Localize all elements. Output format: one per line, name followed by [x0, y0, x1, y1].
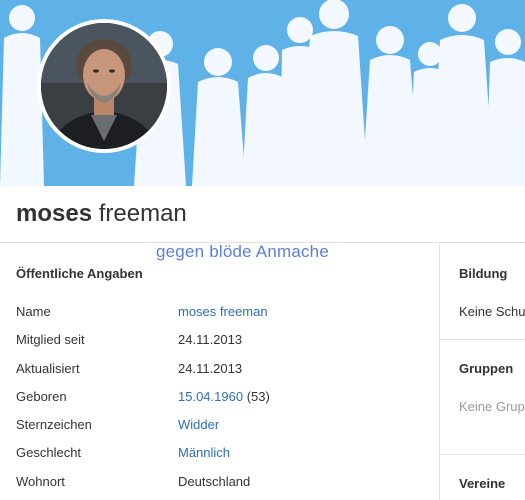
public-info-title: Öffentliche Angaben: [16, 266, 143, 281]
row-value-updated: 24.11.2013: [178, 361, 243, 376]
avatar[interactable]: [37, 19, 171, 153]
groups-title: Gruppen: [459, 361, 514, 376]
row-label-member-since: Mitglied seit: [16, 332, 85, 347]
clubs-title: Vereine: [459, 476, 506, 491]
age-value: (53): [246, 389, 270, 404]
row-value-born: 15.04.1960 (53): [178, 389, 270, 404]
profile-photo: [41, 23, 167, 149]
profile-name: moses freeman: [16, 200, 187, 228]
education-text: Keine Schu: [459, 304, 525, 319]
last-name: freeman: [98, 200, 187, 227]
first-name: moses: [16, 200, 93, 227]
row-value-member-since: 24.11.2013: [178, 332, 243, 347]
row-label-born: Geboren: [16, 389, 67, 404]
row-value-gender-link[interactable]: Männlich: [178, 445, 230, 460]
row-label-name: Name: [16, 304, 51, 319]
groups-text: Keine Grup: [459, 399, 525, 414]
row-value-name-link[interactable]: moses freeman: [178, 304, 268, 319]
education-title: Bildung: [459, 266, 508, 281]
row-label-zodiac: Sternzeichen: [16, 417, 92, 432]
sidebar-divider: [439, 339, 525, 340]
row-label-updated: Aktualisiert: [16, 361, 80, 376]
birthdate-link[interactable]: 15.04.1960: [178, 389, 243, 404]
watermark-text: gegen blöde Anmache: [156, 242, 329, 261]
row-value-residence: Deutschland: [178, 474, 251, 489]
profile-banner: [0, 0, 525, 186]
row-label-residence: Wohnort: [16, 474, 65, 489]
sidebar-divider: [439, 454, 525, 455]
row-value-zodiac-link[interactable]: Widder: [178, 417, 219, 432]
row-label-gender: Geschlecht: [16, 445, 82, 460]
